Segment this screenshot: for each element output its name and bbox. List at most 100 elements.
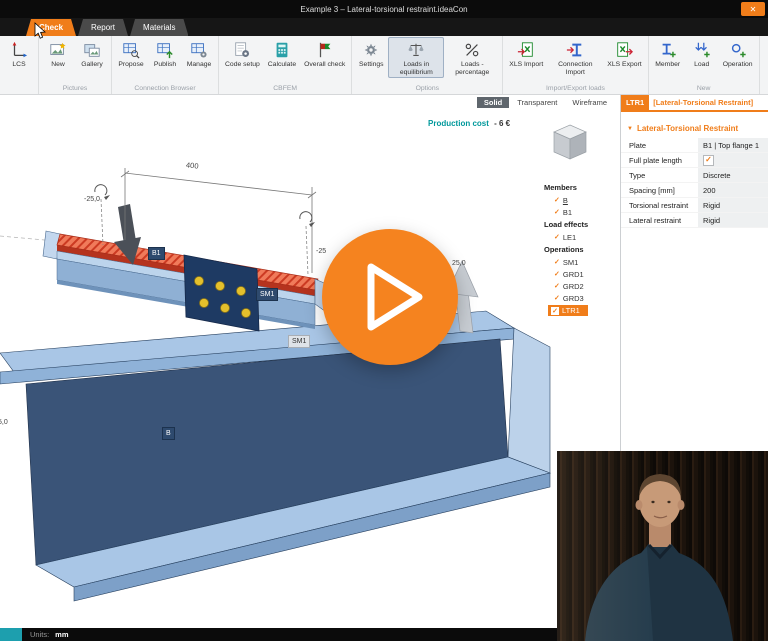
new-picture-label: New xyxy=(51,61,65,69)
tree-item-b[interactable]: ✓ B xyxy=(534,194,620,206)
tree-item-sm1[interactable]: ✓ SM1 xyxy=(534,256,620,268)
property-value[interactable]: Discrete xyxy=(697,168,768,182)
property-value[interactable]: Rigid xyxy=(697,198,768,212)
chevron-down-icon: ▼ xyxy=(627,126,633,132)
overall-check-button[interactable]: Overall check xyxy=(300,37,349,70)
operation-code-badge: LTR1 xyxy=(621,95,649,110)
property-label: Lateral restraint xyxy=(621,213,697,227)
check-icon: ✓ xyxy=(554,196,560,204)
ribbon-group-label: CBFEM xyxy=(221,84,349,94)
calculate-icon xyxy=(272,40,292,60)
play-triangle-icon xyxy=(363,261,427,333)
viewport-3d[interactable]: Solid Transparent Wireframe Production c… xyxy=(0,95,620,628)
xls-export-button[interactable]: XLS Export xyxy=(603,37,645,70)
manage-label: Manage xyxy=(187,61,212,69)
publish-button[interactable]: Publish xyxy=(148,37,182,70)
tree-item-grd2[interactable]: ✓ GRD2 xyxy=(534,280,620,292)
tree-item-grd1[interactable]: ✓ GRD1 xyxy=(534,268,620,280)
manage-icon xyxy=(189,40,209,60)
new-picture-button[interactable]: New xyxy=(41,37,75,70)
publish-icon xyxy=(155,40,175,60)
video-lighting xyxy=(557,451,768,641)
xls-import-button[interactable]: XLS Import xyxy=(505,37,547,70)
gallery-button[interactable]: Gallery xyxy=(75,37,109,70)
gallery-icon xyxy=(82,40,102,60)
production-cost-value: - 6 € xyxy=(494,119,510,128)
section-header[interactable]: ▼ Lateral-Torsional Restraint xyxy=(627,124,768,133)
ribbon-group-cbfem: Code setup Calculate Overall check CBFEM xyxy=(219,36,352,94)
operation-title: [Lateral-Torsional Restraint] xyxy=(649,95,753,110)
load-label: Load xyxy=(694,61,709,69)
tree-item-grd3[interactable]: ✓ GRD3 xyxy=(534,292,620,304)
propose-button[interactable]: Propose xyxy=(114,37,148,70)
load-icon xyxy=(692,40,712,60)
production-cost: Production cost - 6 € xyxy=(428,119,510,128)
ribbon-group-pictures: New Gallery Pictures xyxy=(39,36,112,94)
connection-import-icon xyxy=(565,40,585,60)
tree-item-ltr1-selected[interactable]: ✓ LTR1 xyxy=(548,305,588,316)
loads-percentage-button[interactable]: Loads - percentage xyxy=(444,37,500,78)
ribbon-group-label: Connection Browser xyxy=(114,84,216,94)
units-label: Units: xyxy=(30,630,49,639)
xls-export-icon xyxy=(614,40,634,60)
model-3d[interactable] xyxy=(0,95,620,628)
units-value[interactable]: mm xyxy=(55,630,68,639)
property-value: ✓ xyxy=(697,153,768,167)
tree-group-load-effects[interactable]: Load effects xyxy=(534,218,620,231)
property-row-torsional-restraint: Torsional restraint Rigid xyxy=(621,198,768,213)
video-play-button[interactable] xyxy=(322,229,458,365)
check-icon: ✓ xyxy=(554,270,560,278)
property-value[interactable]: 200 xyxy=(697,183,768,197)
lcs-button[interactable]: LCS xyxy=(2,37,36,70)
code-setup-button[interactable]: Code setup xyxy=(221,37,264,70)
view-mode-solid[interactable]: Solid xyxy=(477,97,509,108)
tree-item-le1[interactable]: ✓ LE1 xyxy=(534,231,620,243)
ribbon-group-connection-browser: Propose Publish Manage Connection Browse… xyxy=(112,36,219,94)
code-setup-icon xyxy=(232,40,252,60)
checkbox-checked-icon[interactable]: ✓ xyxy=(703,155,714,166)
checkbox-checked-icon[interactable]: ✓ xyxy=(551,307,559,315)
member-button[interactable]: Member xyxy=(651,37,685,70)
member-icon xyxy=(658,40,678,60)
settings-label: Settings xyxy=(359,61,384,69)
properties-header: LTR1 [Lateral-Torsional Restraint] xyxy=(621,95,768,112)
load-button[interactable]: Load xyxy=(685,37,719,70)
production-cost-label: Production cost xyxy=(428,119,489,128)
member-b[interactable] xyxy=(0,311,550,601)
calculate-button[interactable]: Calculate xyxy=(264,37,300,70)
ribbon-group-label: Pictures xyxy=(41,84,109,94)
tab-materials[interactable]: Materials xyxy=(130,19,188,36)
tabbar: Check Report Materials xyxy=(0,18,768,36)
navigation-cube[interactable] xyxy=(552,123,588,166)
property-value[interactable]: B1 | Top flange 1 xyxy=(697,138,768,152)
settings-gear-icon xyxy=(361,40,381,60)
tree-item-b1[interactable]: ✓ B1 xyxy=(534,206,620,218)
presenter-video-overlay[interactable] xyxy=(557,451,768,641)
property-value[interactable]: Rigid xyxy=(697,213,768,227)
tree-group-operations[interactable]: Operations xyxy=(534,243,620,256)
calculate-label: Calculate xyxy=(268,61,296,69)
ribbon-group-label xyxy=(2,84,36,94)
close-button[interactable]: ✕ xyxy=(741,2,765,16)
view-mode-transparent[interactable]: Transparent xyxy=(510,97,564,108)
xls-import-label: XLS Import xyxy=(509,61,543,69)
manage-button[interactable]: Manage xyxy=(182,37,216,70)
tree-group-members[interactable]: Members xyxy=(534,181,620,194)
settings-button[interactable]: Settings xyxy=(354,37,388,70)
lcs-label: LCS xyxy=(12,61,25,69)
check-icon: ✓ xyxy=(554,282,560,290)
property-label: Spacing [mm] xyxy=(621,183,697,197)
operation-button[interactable]: Operation xyxy=(719,37,757,70)
ribbon-group-label: Options xyxy=(354,84,500,94)
operation-label: Operation xyxy=(723,61,753,69)
property-row-type: Type Discrete xyxy=(621,168,768,183)
view-mode-wireframe[interactable]: Wireframe xyxy=(565,97,614,108)
property-label: Plate xyxy=(621,138,697,152)
loads-in-equilibrium-button[interactable]: Loads in equilibrium xyxy=(388,37,444,78)
property-row-full-plate-length: Full plate length ✓ xyxy=(621,153,768,168)
tab-report[interactable]: Report xyxy=(78,19,128,36)
connection-import-button[interactable]: Connection Import xyxy=(547,37,603,78)
connection-import-label: Connection Import xyxy=(551,61,599,77)
model-tree: Members ✓ B ✓ B1 Load effects ✓ LE1 Oper… xyxy=(534,181,620,317)
ribbon-group-import-export: XLS Import Connection Import XLS Export … xyxy=(503,36,648,94)
